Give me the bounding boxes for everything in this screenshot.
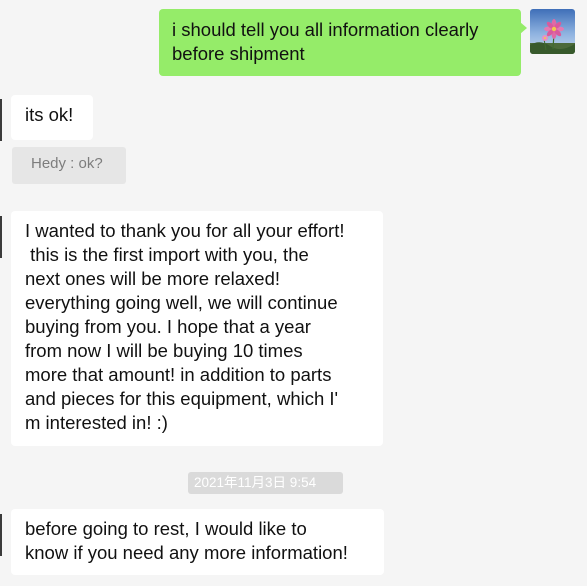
flower-avatar-icon [530, 9, 575, 54]
contact-avatar-edge [0, 99, 2, 141]
timestamp-badge: 2021年11月3日 9:54 [188, 472, 343, 494]
message-line: its ok! [25, 104, 74, 125]
self-avatar[interactable] [530, 9, 575, 54]
quoted-message[interactable]: Hedy : ok? [12, 147, 126, 184]
message-line: buying from you. I hope that a year [25, 316, 311, 337]
incoming-message-bubble[interactable]: I wanted to thank you for all your effor… [11, 211, 383, 446]
message-line: more that amount! in addition to parts [25, 364, 332, 385]
outgoing-message-bubble[interactable]: i should tell you all information clearl… [159, 9, 527, 76]
quoted-message-text: Hedy : ok? [31, 155, 103, 172]
incoming-message-bubble[interactable]: its ok! [11, 95, 93, 140]
message-line: before going to rest, I would like to [25, 518, 307, 539]
timestamp-text: 2021年11月3日 9:54 [194, 475, 317, 490]
incoming-message-bubble[interactable]: before going to rest, I would like to kn… [11, 509, 384, 575]
message-line: m interested in! :) [25, 412, 168, 433]
message-line: everything going well, we will continue [25, 292, 338, 313]
message-line: i should tell you all information clearl… [172, 19, 479, 40]
message-line: and pieces for this equipment, which I' [25, 388, 339, 409]
message-line: next ones will be more relaxed! [25, 268, 281, 289]
contact-avatar-edge [0, 514, 2, 556]
chat-history: i should tell you all information clearl… [0, 0, 587, 586]
contact-avatar-edge [0, 216, 2, 258]
message-line: this is the first import with you, the [25, 244, 309, 265]
message-line: know if you need any more information! [25, 542, 348, 563]
message-line: before shipment [172, 43, 305, 64]
message-line: I wanted to thank you for all your effor… [25, 220, 345, 241]
message-line: from now I will be buying 10 times [25, 340, 303, 361]
